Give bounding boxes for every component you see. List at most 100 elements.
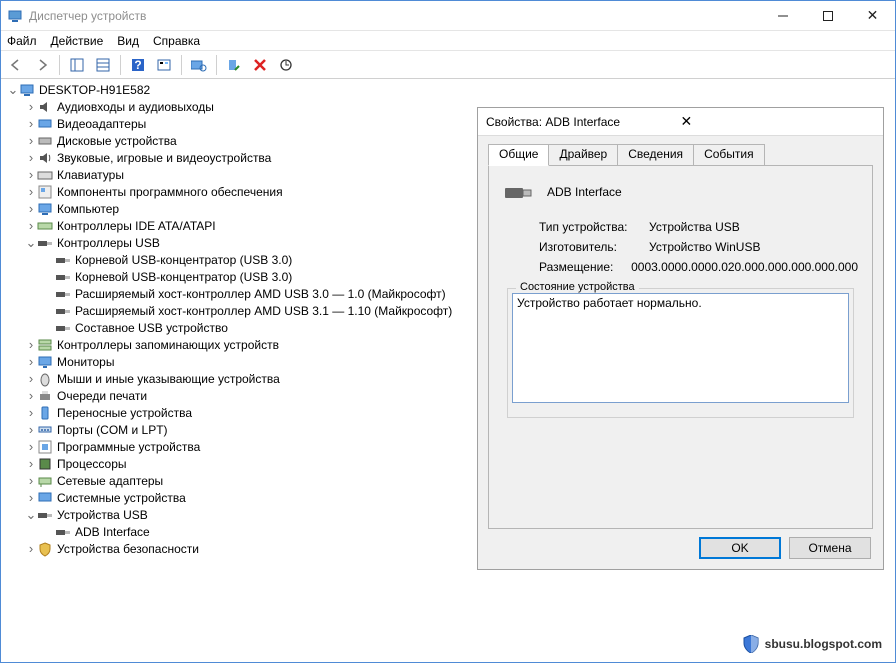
device-category-icon [55, 269, 71, 285]
titlebar: Диспетчер устройств ✕ [1, 1, 895, 31]
tab-2[interactable]: Сведения [617, 144, 694, 166]
menu-help[interactable]: Справка [153, 34, 200, 48]
expand-icon[interactable]: › [25, 150, 37, 165]
device-category-icon [55, 252, 71, 268]
value-location: 0003.0000.0000.020.000.000.000.000.000 [631, 260, 858, 274]
device-category-icon [37, 116, 53, 132]
expand-icon[interactable] [43, 252, 55, 267]
expand-icon[interactable]: › [25, 439, 37, 454]
label-device-type: Тип устройства: [539, 220, 649, 234]
device-category-icon [37, 388, 53, 404]
device-category-icon [37, 490, 53, 506]
device-category-icon [37, 473, 53, 489]
device-category-icon [37, 184, 53, 200]
device-category-icon [37, 541, 53, 557]
help-button[interactable]: ? [127, 54, 149, 76]
expand-icon[interactable] [43, 269, 55, 284]
device-category-icon [55, 286, 71, 302]
properties-button[interactable] [92, 54, 114, 76]
dialog-close-button[interactable]: ✕ [677, 113, 876, 130]
show-all-button[interactable] [153, 54, 175, 76]
collapse-icon[interactable]: ⌄ [7, 82, 19, 98]
back-button[interactable] [5, 54, 27, 76]
enable-device-button[interactable] [223, 54, 245, 76]
device-category-icon [37, 235, 53, 251]
expand-icon[interactable]: › [25, 116, 37, 131]
dialog-title: Свойства: ADB Interface [486, 115, 677, 129]
properties-dialog: Свойства: ADB Interface ✕ ОбщиеДрайверСв… [477, 107, 884, 570]
device-status-group: Состояние устройства [507, 288, 854, 418]
tab-0[interactable]: Общие [488, 144, 549, 166]
device-name: ADB Interface [547, 185, 622, 199]
status-legend: Состояние устройства [516, 281, 639, 293]
expand-icon[interactable]: › [25, 473, 37, 488]
menubar: Файл Действие Вид Справка [1, 31, 895, 51]
uninstall-device-button[interactable] [249, 54, 271, 76]
expand-icon[interactable]: › [25, 133, 37, 148]
app-icon [7, 8, 23, 24]
expand-icon[interactable]: › [25, 371, 37, 386]
device-category-icon [37, 507, 53, 523]
scan-hardware-button[interactable] [188, 54, 210, 76]
expand-icon[interactable] [43, 303, 55, 318]
expand-icon[interactable]: ⌄ [25, 235, 37, 251]
device-category-icon [37, 422, 53, 438]
device-category-icon [37, 99, 53, 115]
expand-icon[interactable]: › [25, 422, 37, 437]
expand-icon[interactable]: › [25, 218, 37, 233]
device-category-icon [55, 320, 71, 336]
expand-icon[interactable]: › [25, 354, 37, 369]
svg-text:?: ? [134, 58, 141, 72]
expand-icon[interactable]: › [25, 388, 37, 403]
computer-icon [19, 82, 35, 98]
expand-icon[interactable] [43, 286, 55, 301]
expand-icon[interactable]: › [25, 184, 37, 199]
label-manufacturer: Изготовитель: [539, 240, 649, 254]
expand-icon[interactable]: ⌄ [25, 507, 37, 523]
show-hide-tree-button[interactable] [66, 54, 88, 76]
tab-3[interactable]: События [693, 144, 765, 166]
update-driver-button[interactable] [275, 54, 297, 76]
expand-icon[interactable]: › [25, 541, 37, 556]
expand-icon[interactable]: › [25, 456, 37, 471]
menu-view[interactable]: Вид [117, 34, 139, 48]
tab-general-panel: ADB Interface Тип устройства:Устройства … [488, 165, 873, 529]
expand-icon[interactable]: › [25, 99, 37, 114]
menu-action[interactable]: Действие [51, 34, 104, 48]
device-category-icon [37, 133, 53, 149]
device-category-icon [37, 371, 53, 387]
device-category-icon [37, 354, 53, 370]
tab-1[interactable]: Драйвер [548, 144, 618, 166]
device-category-icon [37, 218, 53, 234]
device-category-icon [37, 439, 53, 455]
dialog-tabs: ОбщиеДрайверСведенияСобытия [488, 144, 873, 166]
device-category-icon [37, 167, 53, 183]
value-device-type: Устройства USB [649, 220, 740, 234]
close-button[interactable]: ✕ [850, 1, 895, 30]
expand-icon[interactable] [43, 524, 55, 539]
expand-icon[interactable]: › [25, 405, 37, 420]
window-title: Диспетчер устройств [29, 9, 760, 23]
value-manufacturer: Устройство WinUSB [649, 240, 760, 254]
device-category-icon [37, 456, 53, 472]
device-category-icon [37, 405, 53, 421]
forward-button[interactable] [31, 54, 53, 76]
expand-icon[interactable] [43, 320, 55, 335]
menu-file[interactable]: Файл [7, 34, 37, 48]
expand-icon[interactable]: › [25, 167, 37, 182]
device-category-icon [37, 201, 53, 217]
tree-root[interactable]: ⌄ DESKTOP-H91E582 [7, 81, 891, 98]
device-category-icon [55, 524, 71, 540]
ok-button[interactable]: OK [699, 537, 781, 559]
device-status-text[interactable] [512, 293, 849, 403]
device-category-icon [37, 150, 53, 166]
expand-icon[interactable]: › [25, 490, 37, 505]
cancel-button[interactable]: Отмена [789, 537, 871, 559]
expand-icon[interactable]: › [25, 337, 37, 352]
shield-icon [743, 635, 759, 653]
expand-icon[interactable]: › [25, 201, 37, 216]
label-location: Размещение: [539, 260, 631, 274]
minimize-button[interactable] [760, 1, 805, 30]
watermark: sbusu.blogspot.com [743, 635, 882, 653]
maximize-button[interactable] [805, 1, 850, 30]
